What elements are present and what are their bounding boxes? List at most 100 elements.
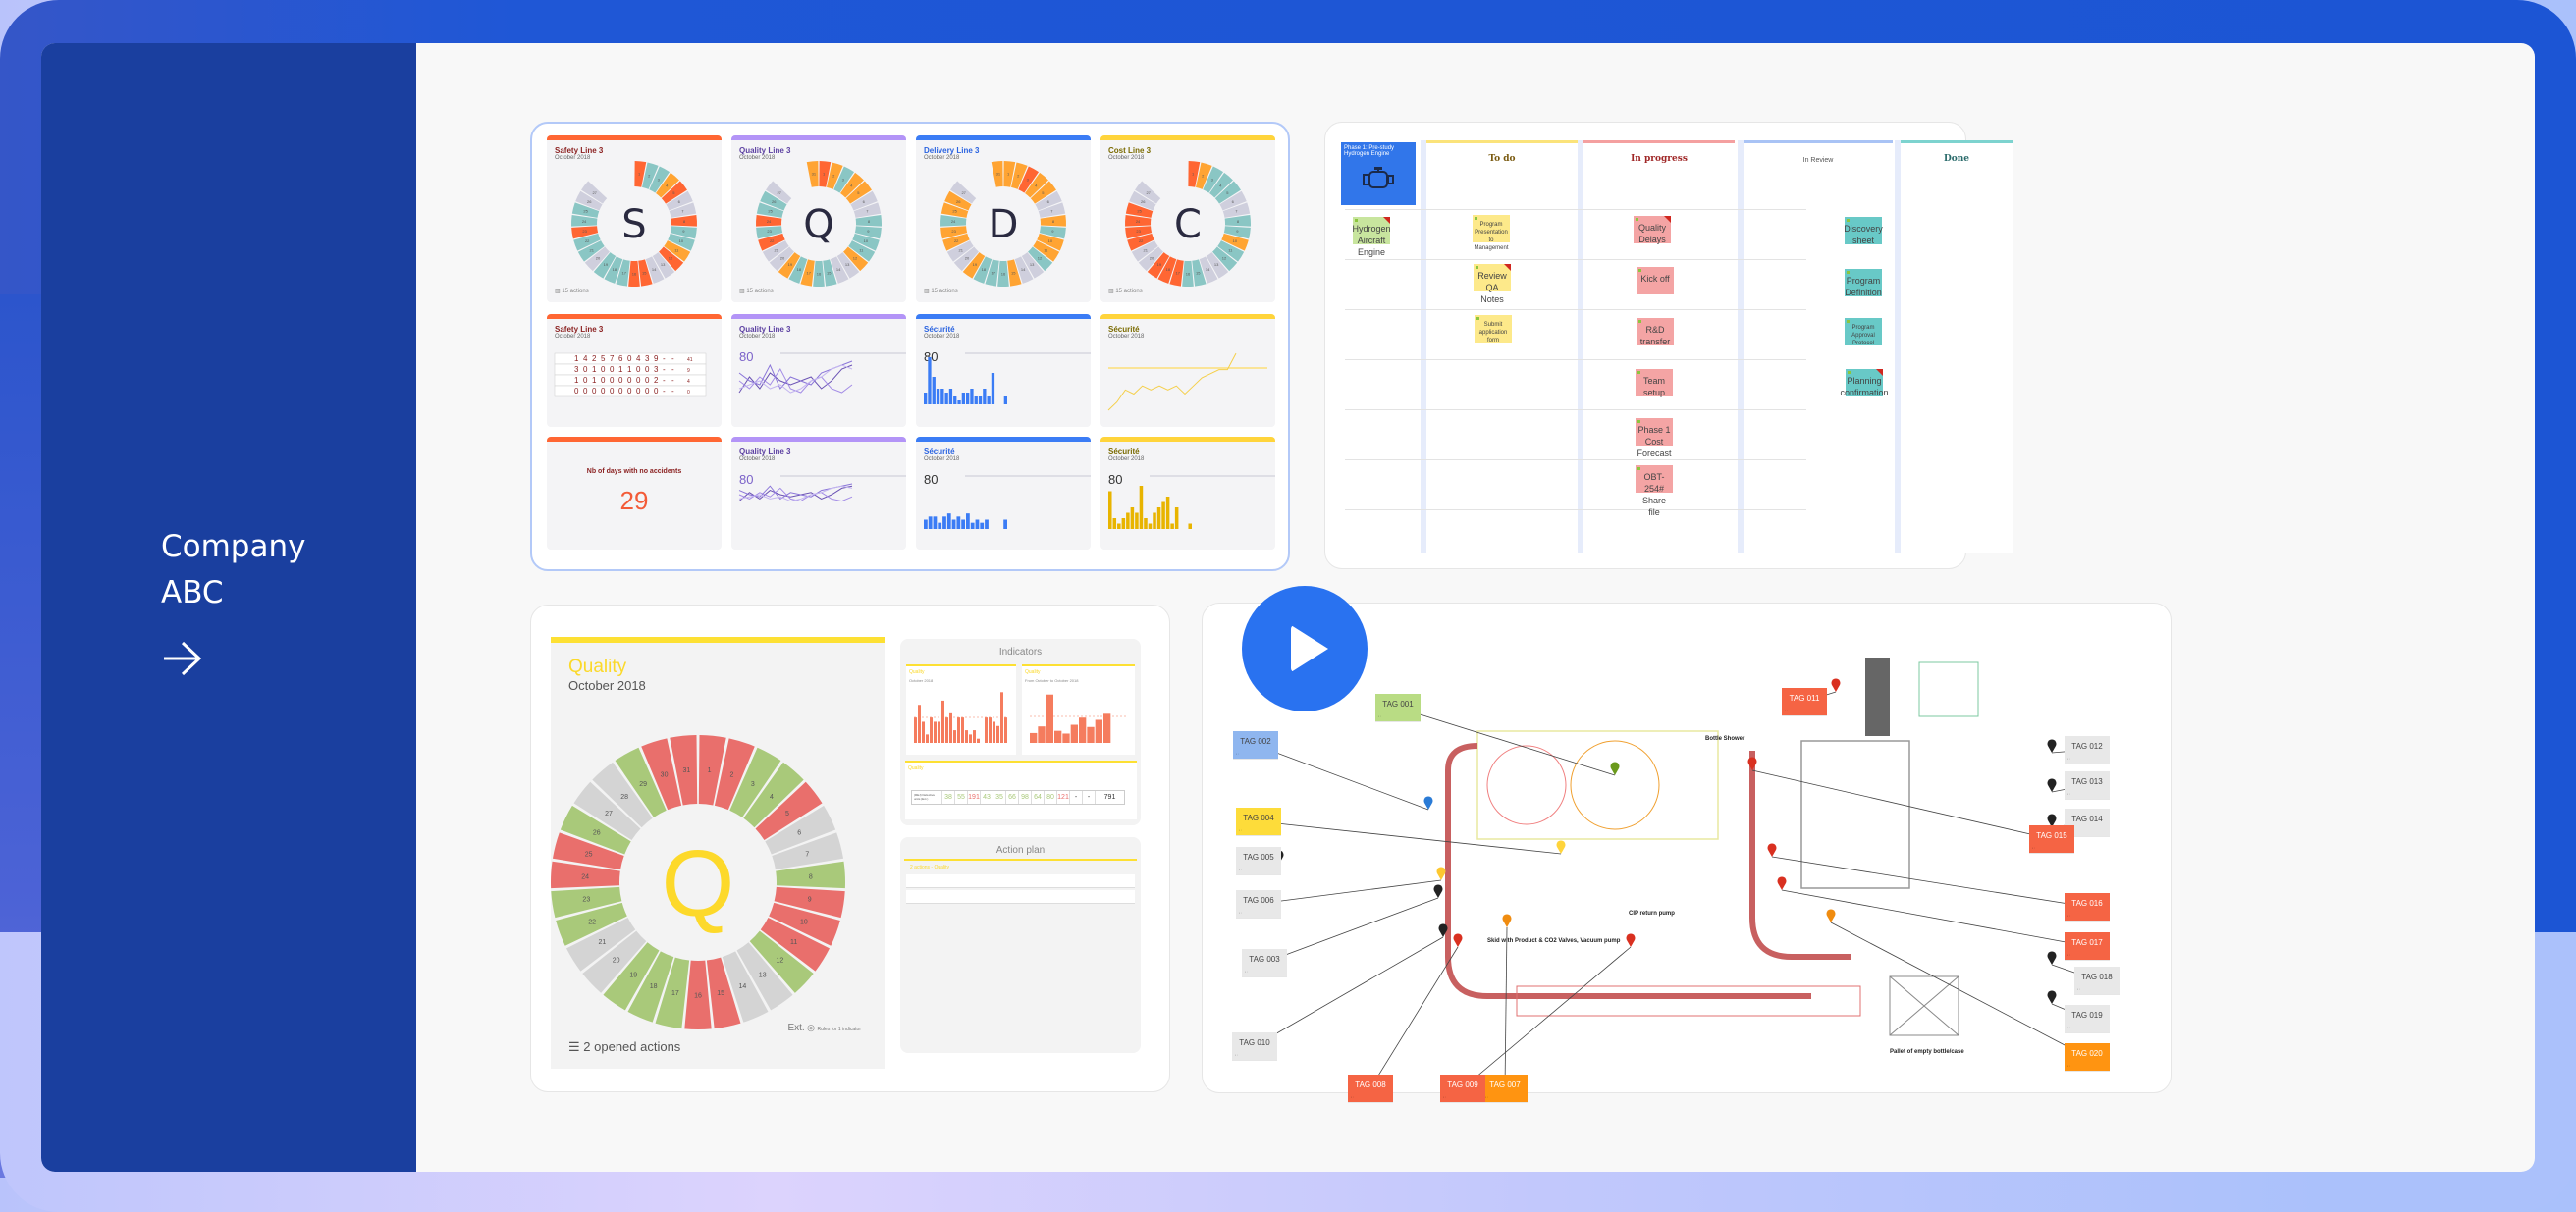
plant-tag[interactable]: TAG 002 ▪ ▫ [1233, 731, 1278, 759]
location-pin-icon[interactable] [1502, 914, 1512, 927]
location-pin-icon[interactable] [1610, 762, 1620, 775]
tag-id: TAG 015 [2036, 831, 2067, 840]
arrow-right-icon[interactable] [161, 639, 204, 678]
sqdc-kpi-tile[interactable]: Sécurité October 2018 80 [916, 437, 1091, 550]
plant-tag[interactable]: TAG 017 ▪ ▫ [2065, 932, 2110, 960]
plant-tag[interactable]: TAG 004 ▪ ▫ [1236, 808, 1281, 835]
location-pin-icon[interactable] [1767, 843, 1777, 857]
quality-board-card[interactable]: Quality October 2018 1 2 3 4 5 6 7 8 9 10 11 12 13 14… [530, 605, 1170, 1092]
sqdc-kpi-tile[interactable]: Sécurité October 2018 80 [916, 314, 1091, 427]
plant-tag[interactable]: TAG 001 ▪ ▫ [1375, 694, 1421, 721]
sqdc-kpi-tile[interactable]: Safety Line 3 October 2018 1 4 2 5 7 6 0 4 3 9- -41 3… [547, 314, 722, 427]
conveyor-straight [1516, 985, 1861, 1017]
kanban-card[interactable]: Review QA Notes [1474, 264, 1511, 304]
sqdc-wheel-tile[interactable]: Quality Line 3 October 2018 ▥ 15 actions… [731, 135, 906, 302]
tag-leader-line [1263, 897, 1439, 964]
tag-id: TAG 009 [1447, 1080, 1478, 1089]
sqdc-wheel-day-label: 25 [583, 209, 588, 214]
kanban-card[interactable]: Program Definition [1845, 269, 1882, 297]
plant-tag[interactable]: TAG 005 ▪ ▫ [1236, 847, 1281, 874]
plant-tag[interactable]: TAG 013 ▪ ▫ [2065, 771, 2110, 799]
sqdc-wheel-day-label: 12 [853, 255, 858, 260]
kanban-card[interactable]: Kick off [1637, 267, 1674, 294]
kanban-card[interactable]: Program Approval Protocol [1845, 318, 1882, 346]
location-pin-icon[interactable] [1747, 757, 1757, 770]
bar [1148, 523, 1153, 529]
opened-actions[interactable]: ☰ 2 opened actions [568, 1039, 680, 1055]
kanban-card[interactable]: OBT-254# Share file [1636, 465, 1673, 517]
kanban-card[interactable]: Program Presentation to Management [1473, 215, 1510, 251]
plant-tag[interactable]: TAG 003 ▪ ▫ [1242, 949, 1287, 976]
quality-wheel-day-label: 22 [588, 919, 596, 925]
card-title: Quality Delays [1637, 223, 1666, 244]
priority-flag [1664, 216, 1671, 223]
location-pin-icon[interactable] [2047, 778, 2057, 792]
plant-tag[interactable]: TAG 011 ▪ ▫ [1782, 688, 1827, 715]
phase-card[interactable]: Phase 1: Pre-study Hydrogen Engine [1341, 142, 1416, 205]
swimlane-divider [1345, 309, 1806, 310]
plant-tag[interactable]: TAG 018 ▪ ▫ [2074, 967, 2120, 994]
kanban-column[interactable]: Done [1895, 140, 2012, 553]
plant-tag[interactable]: TAG 019 ▪ ▫ [2065, 1005, 2110, 1032]
plant-tag[interactable]: TAG 010 ▪ ▫ [1232, 1032, 1277, 1060]
sqdc-kpi-tile[interactable]: Sécurité October 2018 80 [1100, 437, 1275, 550]
sqdc-kpi-tile[interactable]: Sécurité October 2018 [1100, 314, 1275, 427]
bar [928, 516, 933, 529]
location-pin-icon[interactable] [1626, 933, 1636, 947]
location-pin-icon[interactable] [1831, 678, 1841, 692]
plant-tag[interactable]: TAG 008 ▪ ▫ [1348, 1075, 1393, 1102]
location-pin-icon[interactable] [1436, 867, 1446, 880]
kanban-card[interactable]: Quality Delays [1634, 216, 1671, 244]
sqdc-wheel-tile[interactable]: Delivery Line 3 October 2018 ▥ 15 action… [916, 135, 1091, 302]
action-item[interactable] [906, 874, 1135, 888]
conveyor [1445, 770, 1811, 999]
sqdc-kpi-tile[interactable]: Quality Line 3 October 2018 80 [731, 437, 906, 550]
plant-tag[interactable]: TAG 020 ▪ ▫ [2065, 1043, 2110, 1071]
table-cell: 191 [967, 791, 980, 804]
action-plan-group[interactable]: 2 actions - Quality [910, 865, 1131, 870]
plant-tag[interactable]: TAG 016 ▪ ▫ [2065, 893, 2110, 921]
plant-tag[interactable]: TAG 006 ▪ ▫ [1236, 890, 1281, 918]
location-pin-icon[interactable] [2047, 990, 2057, 1004]
quality-wheel-day-label: 6 [797, 830, 801, 837]
sqdc-board-card[interactable]: Safety Line 3 October 2018 ▥ 15 actions 1… [530, 122, 1290, 571]
play-icon[interactable] [1242, 586, 1368, 711]
location-pin-icon[interactable] [1826, 909, 1836, 922]
location-pin-icon[interactable] [1433, 884, 1443, 898]
kanban-board-card[interactable]: Phase 1: Pre-study Hydrogen Engine To do… [1324, 122, 2012, 569]
plant-tag[interactable]: TAG 007 ▪ ▫ [1482, 1075, 1528, 1102]
company-name[interactable]: Company ABC [161, 524, 377, 616]
kanban-card[interactable]: Team setup [1636, 369, 1673, 397]
plant-tag[interactable]: TAG 012 ▪ ▫ [2065, 736, 2110, 764]
quality-wheel-day-label: 13 [759, 973, 767, 979]
location-pin-icon[interactable] [2047, 739, 2057, 753]
action-item[interactable] [906, 890, 1135, 904]
plant-tag[interactable]: TAG 015 ▪ ▫ [2029, 825, 2074, 853]
kanban-card[interactable]: R&D transfer [1637, 318, 1674, 346]
kanban-column[interactable]: To do [1421, 140, 1578, 553]
sqdc-wheel-day-label: 27 [1146, 190, 1151, 195]
indicator-chart-2[interactable]: Quality From October to October 2018 [1022, 664, 1135, 755]
sqdc-kpi-tile[interactable]: Quality Line 3 October 2018 80 [731, 314, 906, 427]
priority-flag [1876, 369, 1883, 376]
kanban-card[interactable]: Submit application form [1475, 315, 1512, 343]
indicator-table[interactable]: Quality (REJ) Defective units (Ext.) 38 55… [905, 761, 1137, 819]
sqdc-wheel-tile[interactable]: Cost Line 3 October 2018 ▥ 15 actions 1 2 3… [1100, 135, 1275, 302]
plant-tag[interactable]: TAG 009 ▪ ▫ [1440, 1075, 1485, 1102]
swimlane-divider [1345, 409, 1806, 410]
ext-legend: Ext. ◎ Rules for 1 indicator [787, 1023, 861, 1033]
kanban-card[interactable]: Hydrogen Aircraft Engine [1352, 217, 1391, 257]
indicator-chart-1[interactable]: Quality October 2018 [906, 664, 1016, 755]
location-pin-icon[interactable] [1453, 933, 1463, 947]
kanban-card[interactable]: Planning confirmation [1840, 369, 1889, 397]
kanban-card[interactable]: Discovery sheet [1844, 217, 1883, 245]
location-pin-icon[interactable] [1556, 840, 1566, 854]
card-title: Review QA Notes [1477, 271, 1507, 304]
sqdc-wheel-tile[interactable]: Safety Line 3 October 2018 ▥ 15 actions 1… [547, 135, 722, 302]
location-pin-icon[interactable] [2047, 951, 2057, 965]
sqdc-kpi-tile[interactable]: Nb of days with no accidents 29 [547, 437, 722, 550]
tag-id: TAG 010 [1239, 1038, 1270, 1047]
location-pin-icon[interactable] [1423, 796, 1433, 810]
location-pin-icon[interactable] [1777, 876, 1787, 890]
kanban-card[interactable]: Phase 1 Cost Forecast [1636, 418, 1673, 458]
